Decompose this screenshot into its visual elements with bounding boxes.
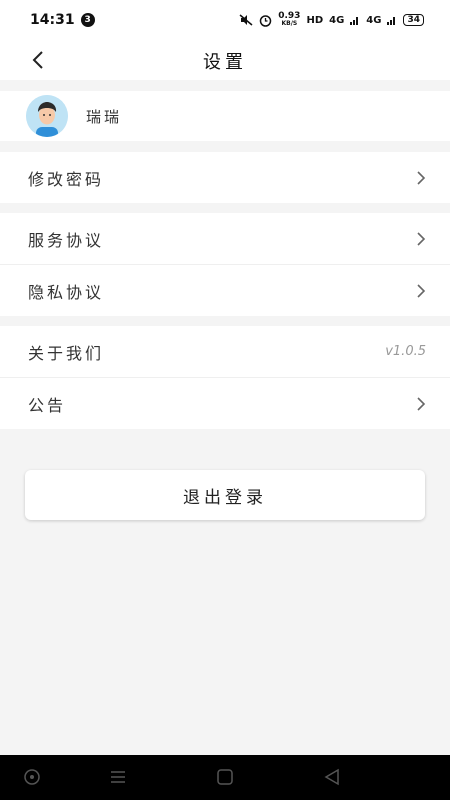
privacy-agreement-row[interactable]: 隐私协议 (0, 265, 450, 316)
battery-indicator: 34 (403, 14, 424, 26)
privacy-agreement-label: 隐私协议 (28, 282, 105, 302)
net-speed-unit: KB/S (281, 20, 298, 27)
mute-icon (239, 14, 253, 26)
logout-button[interactable]: 退出登录 (25, 470, 425, 520)
page-title: 设置 (203, 52, 247, 73)
username: 瑞瑞 (86, 107, 123, 126)
system-nav-bar (0, 755, 450, 800)
status-time: 14:31 (30, 12, 75, 28)
service-agreement-row[interactable]: 服务协议 (0, 213, 450, 264)
announcement-label: 公告 (28, 395, 67, 415)
signal-4g-2: 4G (366, 14, 382, 26)
back-nav-icon[interactable] (322, 767, 342, 787)
signal-bars-icon (350, 17, 359, 25)
change-password-label: 修改密码 (28, 169, 105, 189)
chevron-right-icon (417, 170, 426, 185)
service-agreement-label: 服务协议 (28, 230, 105, 250)
notification-badge: 3 (80, 13, 95, 27)
status-right: 0.93 KB/S HD 4G 4G 34 (239, 12, 424, 28)
chevron-right-icon (417, 396, 426, 411)
version-label: v1.0.5 (385, 344, 426, 359)
chevron-right-icon (417, 231, 426, 246)
status-bar: 14:31 3 0.93 KB/S HD 4G 4G 34 (0, 0, 450, 40)
hd-indicator: HD (306, 14, 324, 26)
avatar (26, 95, 68, 137)
net-speed-value: 0.93 (278, 11, 301, 21)
profile-row[interactable]: 瑞瑞 (0, 91, 450, 141)
announcement-row[interactable]: 公告 (0, 378, 450, 429)
status-left: 14:31 3 (30, 12, 95, 28)
assistant-icon[interactable] (22, 767, 42, 787)
chevron-right-icon (417, 283, 426, 298)
net-speed: 0.93 KB/S (278, 12, 300, 28)
home-icon[interactable] (215, 767, 235, 787)
about-us-label: 关于我们 (28, 343, 105, 363)
avatar-icon (26, 95, 68, 137)
menu-icon[interactable] (108, 767, 128, 787)
about-us-row[interactable]: 关于我们 v1.0.5 (0, 326, 450, 377)
signal-4g-1: 4G (329, 14, 345, 26)
nav-bar: 设置 (0, 40, 450, 80)
signal-bars-icon-2 (387, 17, 396, 25)
alarm-icon (259, 14, 272, 27)
change-password-row[interactable]: 修改密码 (0, 152, 450, 203)
